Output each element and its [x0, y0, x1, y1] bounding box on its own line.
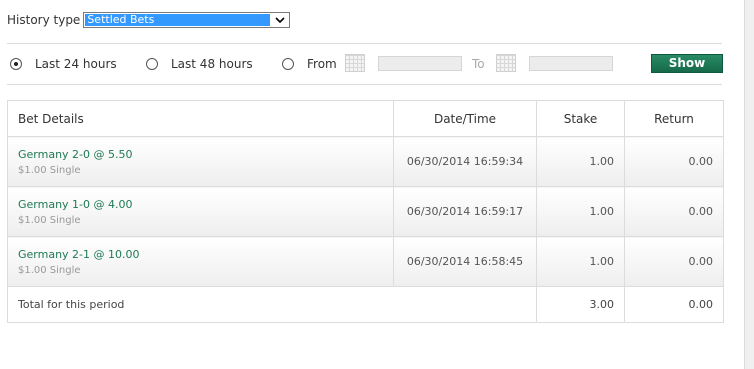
- bet-stake: 1.00: [536, 236, 625, 287]
- bet-return: 0.00: [624, 136, 724, 187]
- from-calendar-icon[interactable]: [345, 54, 365, 72]
- from-date-input[interactable]: [378, 56, 462, 71]
- radio-label-last-48-hours[interactable]: Last 48 hours: [171, 57, 253, 71]
- radio-from[interactable]: [282, 58, 294, 70]
- table-row[interactable]: Germany 2-1 @ 10.00 $1.00 Single 06/30/2…: [7, 236, 724, 287]
- total-stake: 3.00: [536, 286, 625, 323]
- bet-selection[interactable]: Germany 1-0 @ 4.00: [8, 198, 393, 211]
- divider: [7, 84, 722, 85]
- radio-label-from[interactable]: From: [307, 57, 337, 71]
- total-return: 0.00: [624, 286, 724, 323]
- bet-details-cell: Germany 2-0 @ 5.50 $1.00 Single: [7, 136, 394, 187]
- bet-datetime: 06/30/2014 16:58:45: [393, 236, 537, 287]
- bet-stake-type: $1.00 Single: [18, 264, 81, 276]
- chevron-down-icon[interactable]: [272, 13, 288, 27]
- bet-datetime: 06/30/2014 16:59:34: [393, 136, 537, 187]
- vertical-scrollbar[interactable]: [744, 0, 754, 369]
- history-type-label: History type: [7, 13, 81, 27]
- header-return: Return: [624, 100, 724, 137]
- period-filter-row: Last 24 hours Last 48 hours From To Show: [7, 52, 723, 76]
- table-header-row: Bet Details Date/Time Stake Return: [7, 100, 724, 137]
- bet-history-table: Bet Details Date/Time Stake Return Germa…: [7, 100, 724, 323]
- total-label: Total for this period: [7, 286, 537, 323]
- history-type-select[interactable]: Settled Bets: [83, 12, 291, 28]
- bet-details-cell: Germany 2-1 @ 10.00 $1.00 Single: [7, 236, 394, 287]
- bet-selection[interactable]: Germany 2-1 @ 10.00: [8, 248, 393, 261]
- divider: [7, 43, 722, 44]
- header-bet-details: Bet Details: [7, 100, 394, 137]
- radio-last-48-hours[interactable]: [146, 58, 158, 70]
- to-calendar-icon[interactable]: [496, 54, 516, 72]
- bet-details-cell: Germany 1-0 @ 4.00 $1.00 Single: [7, 186, 394, 237]
- bet-stake-type: $1.00 Single: [18, 214, 81, 226]
- bet-stake: 1.00: [536, 136, 625, 187]
- total-row: Total for this period 3.00 0.00: [7, 286, 724, 323]
- radio-label-last-24-hours[interactable]: Last 24 hours: [35, 57, 117, 71]
- header-stake: Stake: [536, 100, 625, 137]
- to-date-input[interactable]: [529, 56, 613, 71]
- to-label: To: [472, 57, 485, 71]
- header-date-time: Date/Time: [393, 100, 537, 137]
- show-button[interactable]: Show: [651, 54, 723, 73]
- history-type-row: History type Settled Bets: [7, 11, 291, 29]
- table-row[interactable]: Germany 1-0 @ 4.00 $1.00 Single 06/30/20…: [7, 186, 724, 237]
- bet-return: 0.00: [624, 236, 724, 287]
- table-row[interactable]: Germany 2-0 @ 5.50 $1.00 Single 06/30/20…: [7, 136, 724, 187]
- bet-return: 0.00: [624, 186, 724, 237]
- bet-stake-type: $1.00 Single: [18, 164, 81, 176]
- history-type-selected-value: Settled Bets: [85, 14, 271, 26]
- bet-stake: 1.00: [536, 186, 625, 237]
- radio-last-24-hours[interactable]: [10, 58, 22, 70]
- bet-datetime: 06/30/2014 16:59:17: [393, 186, 537, 237]
- bet-selection[interactable]: Germany 2-0 @ 5.50: [8, 148, 393, 161]
